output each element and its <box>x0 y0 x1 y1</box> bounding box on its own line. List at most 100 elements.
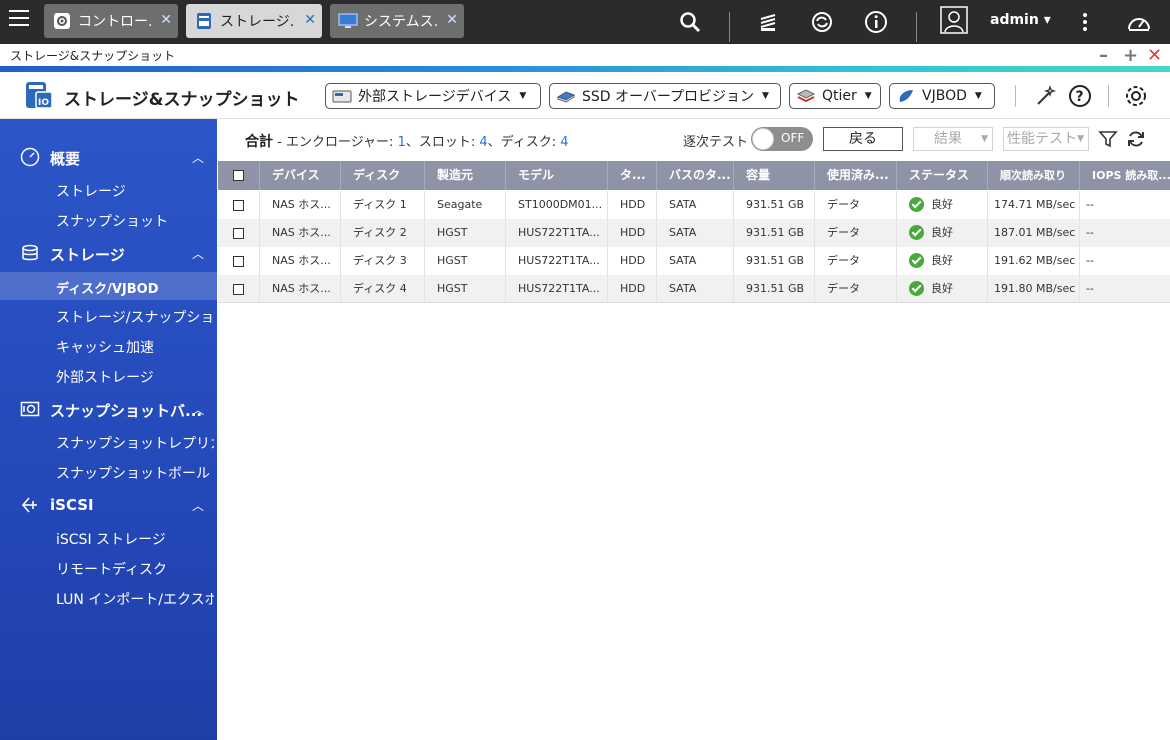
filter-icon[interactable] <box>1098 129 1118 149</box>
chevron-up-icon[interactable]: ︿ <box>192 149 204 166</box>
close-icon[interactable]: ✕ <box>446 12 458 28</box>
performance-test-dropdown[interactable]: 性能テスト ▼ <box>1003 127 1089 151</box>
tab-label: ストレージ... <box>220 14 295 30</box>
tab-control-panel[interactable]: コントロー... ✕ <box>44 4 178 38</box>
external-storage-device-button[interactable]: 外部ストレージデバイス ▼ <box>325 83 541 109</box>
sidebar-section-iscsi[interactable]: iSCSI ︿ <box>0 490 217 520</box>
sidebar-item-snapshot-vault[interactable]: スナップショットボールト <box>0 458 217 486</box>
column-header-disk[interactable]: ディスク <box>341 161 425 190</box>
item-label: ディスク/VJBOD <box>56 282 159 297</box>
minimize-icon[interactable]: – <box>1099 45 1108 66</box>
sidebar-item-storage-overview[interactable]: ストレージ <box>0 176 217 204</box>
cell-used: データ <box>815 191 897 219</box>
sidebar-item-storage-snapshot[interactable]: ストレージ/スナップショ... <box>0 302 217 330</box>
section-label: iSCSI <box>50 496 94 514</box>
button-label: Qtier <box>822 88 857 104</box>
app-title: ストレージ&スナップショット <box>64 90 300 110</box>
row-checkbox[interactable] <box>233 228 244 239</box>
table-row[interactable]: NAS ホス... ディスク 2 HGST HUS722T1TA... HDD … <box>218 219 1170 247</box>
column-header-model[interactable]: モデル <box>506 161 608 190</box>
sidebar-item-lun-import-export[interactable]: LUN インポート/エクスポ... <box>0 584 217 612</box>
settings-gear-icon[interactable] <box>1124 84 1148 108</box>
row-checkbox[interactable] <box>233 284 244 295</box>
sidebar-item-remote-disk[interactable]: リモートディスク <box>0 554 217 582</box>
qtier-button[interactable]: Qtier ▼ <box>789 83 881 109</box>
item-label: 外部ストレージ <box>56 370 154 386</box>
row-checkbox[interactable] <box>233 256 244 267</box>
disk-summary: 合計 - エンクロージャー: 1、スロット: 4、ディスク: 4 <box>245 131 569 151</box>
status-text: 良好 <box>931 254 953 267</box>
sidebar-item-snapshot-replica[interactable]: スナップショットレプリカ <box>0 428 217 456</box>
column-header-type[interactable]: タ... <box>608 161 657 190</box>
tab-storage[interactable]: ストレージ... ✕ <box>186 4 322 38</box>
close-icon[interactable]: ✕ <box>304 12 316 28</box>
button-label: SSD オーバープロビジョン <box>582 89 755 105</box>
tab-system-status[interactable]: システムス... ✕ <box>330 4 464 38</box>
column-header-status[interactable]: ステータス <box>897 161 988 190</box>
cell-seq-read: 191.62 MB/sec <box>988 247 1080 275</box>
column-header-bus-type[interactable]: バスのタ... <box>657 161 734 190</box>
ssd-overprovision-button[interactable]: SSD オーバープロビジョン ▼ <box>549 83 781 109</box>
cell-device: NAS ホス... <box>260 219 341 247</box>
column-header-seq-read[interactable]: 順次読み取り <box>988 161 1080 190</box>
select-all-checkbox[interactable] <box>233 170 244 181</box>
caret-down-icon: ▼ <box>864 91 872 101</box>
close-icon[interactable]: ✕ <box>160 12 172 28</box>
caret-down-icon: ▼ <box>762 91 769 101</box>
app-header: IO ストレージ&スナップショット 外部ストレージデバイス ▼ SSD オーバープ… <box>0 72 1170 119</box>
check-circle-icon <box>909 196 924 212</box>
column-header-vendor[interactable]: 製造元 <box>425 161 506 190</box>
more-options-icon[interactable] <box>1072 9 1098 35</box>
dashboard-icon[interactable] <box>1126 9 1152 35</box>
enclosure-count: 1 <box>397 135 406 150</box>
help-icon[interactable]: ? <box>1068 84 1092 108</box>
chevron-up-icon[interactable]: ︿ <box>192 401 204 418</box>
column-header-device[interactable]: デバイス <box>260 161 341 190</box>
table-row[interactable]: NAS ホス... ディスク 3 HGST HUS722T1TA... HDD … <box>218 247 1170 275</box>
user-menu[interactable]: admin ▾ <box>990 12 1051 28</box>
main-menu-icon[interactable] <box>9 10 29 30</box>
cell-disk: ディスク 2 <box>341 219 425 247</box>
close-window-icon[interactable]: ✕ <box>1147 45 1162 66</box>
sidebar-section-storage[interactable]: ストレージ ︿ <box>0 238 217 268</box>
sidebar-item-external-storage[interactable]: 外部ストレージ <box>0 362 217 390</box>
sequential-test-toggle[interactable]: OFF <box>751 127 813 151</box>
column-header-capacity[interactable]: 容量 <box>734 161 815 190</box>
status-text: 良好 <box>931 226 953 239</box>
cell-status: 良好 <box>897 191 988 219</box>
cell-device: NAS ホス... <box>260 247 341 275</box>
chevron-up-icon[interactable]: ︿ <box>192 497 204 514</box>
cell-iops: -- <box>1086 198 1094 211</box>
sidebar-section-snapshot-backup[interactable]: スナップショットバ... ︿ <box>0 394 217 424</box>
row-checkbox[interactable] <box>233 200 244 211</box>
cell-device: NAS ホス... <box>260 191 341 219</box>
search-icon[interactable] <box>677 9 703 35</box>
back-button[interactable]: 戻る <box>823 127 903 151</box>
window-title: ストレージ&スナップショット <box>10 49 176 63</box>
table-row[interactable]: NAS ホス... ディスク 1 Seagate ST1000DM01... H… <box>218 191 1170 219</box>
refresh-icon[interactable] <box>1126 129 1146 149</box>
row-select-cell <box>218 219 260 247</box>
magic-wand-icon[interactable] <box>1034 84 1058 108</box>
sidebar-section-overview[interactable]: 概要 ︿ <box>0 142 217 172</box>
cell-type: HDD <box>608 275 657 303</box>
sync-icon[interactable] <box>809 9 835 35</box>
stack-icon[interactable] <box>755 9 781 35</box>
button-label: VJBOD <box>922 88 967 104</box>
sidebar-item-cache-acceleration[interactable]: キャッシュ加速 <box>0 332 217 360</box>
sidebar-item-disk-vjbod[interactable]: ディスク/VJBOD <box>0 272 217 300</box>
toggle-knob <box>752 128 774 150</box>
user-avatar-icon[interactable] <box>940 6 968 34</box>
chevron-up-icon[interactable]: ︿ <box>192 245 204 262</box>
sidebar-item-iscsi-storage[interactable]: iSCSI ストレージ <box>0 524 217 552</box>
vjbod-button[interactable]: VJBOD ▼ <box>889 83 995 109</box>
sidebar-item-snapshot-overview[interactable]: スナップショット <box>0 206 217 234</box>
table-row[interactable]: NAS ホス... ディスク 4 HGST HUS722T1TA... HDD … <box>218 275 1170 303</box>
maximize-icon[interactable]: + <box>1123 45 1138 66</box>
info-icon[interactable] <box>863 9 889 35</box>
column-header-iops-read[interactable]: IOPS 読み取... <box>1080 161 1170 190</box>
result-dropdown[interactable]: 結果 ▼ <box>913 127 993 151</box>
column-header-used-by[interactable]: 使用済み... <box>815 161 897 190</box>
cell-type: HDD <box>608 247 657 275</box>
cell-vendor: HGST <box>425 247 506 275</box>
